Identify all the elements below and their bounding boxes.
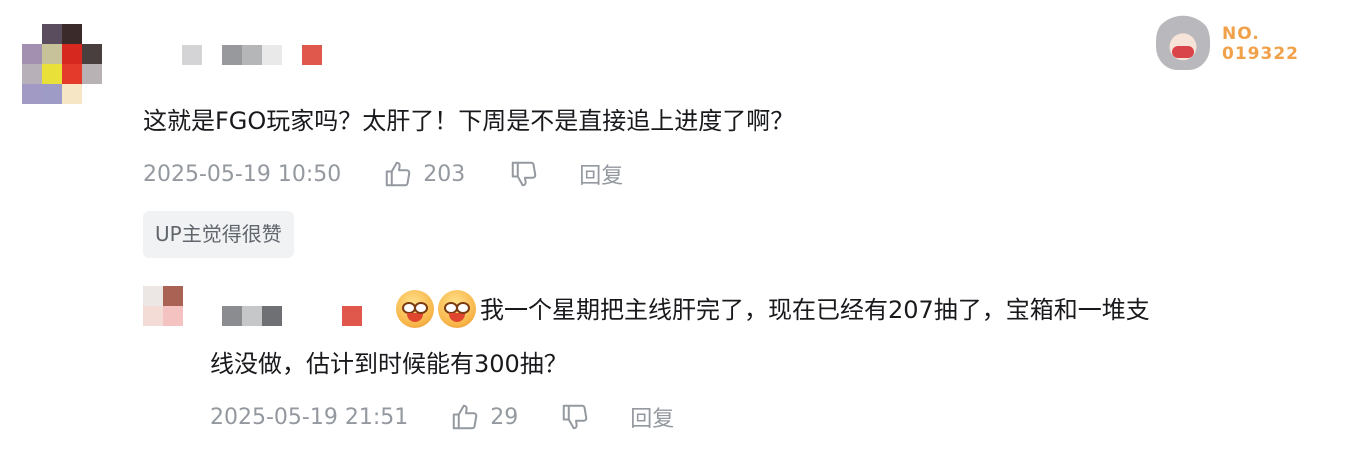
up-liked-badge: UP主觉得很赞 bbox=[143, 211, 294, 258]
thumbs-down-icon bbox=[509, 159, 539, 189]
fan-avatar-image bbox=[1156, 12, 1210, 70]
thumbs-up-icon bbox=[450, 402, 480, 432]
reply-like-button[interactable]: 29 bbox=[450, 402, 518, 432]
laughing-emoji-icon bbox=[396, 290, 434, 328]
reply-reply-button[interactable]: 回复 bbox=[630, 401, 674, 433]
thumbs-up-icon bbox=[383, 159, 413, 189]
avatar[interactable] bbox=[22, 24, 102, 104]
like-count: 203 bbox=[423, 161, 466, 187]
reply-button[interactable]: 回复 bbox=[579, 158, 623, 190]
fan-badge[interactable]: NO. 019322 bbox=[1150, 10, 1310, 74]
comment-text: 这就是FGO玩家吗？太肝了！下周是不是直接追上进度了啊？ bbox=[143, 107, 795, 135]
laughing-emoji-icon bbox=[438, 290, 476, 328]
dislike-button[interactable] bbox=[509, 159, 539, 189]
reply-emoji-group bbox=[396, 290, 476, 328]
like-button[interactable]: 203 bbox=[383, 159, 465, 189]
reply-like-count: 29 bbox=[490, 404, 519, 430]
username-masked[interactable] bbox=[182, 45, 322, 65]
comment-timestamp: 2025-05-19 10:50 bbox=[143, 161, 342, 187]
reply-avatar[interactable] bbox=[143, 286, 183, 326]
reply-username-masked[interactable] bbox=[222, 306, 362, 326]
reply-text-line1: 我一个星期把主线肝完了，现在已经有207抽了，宝箱和一堆支 bbox=[480, 296, 1150, 324]
comment-meta: 2025-05-19 10:50 203 回复 bbox=[143, 157, 623, 191]
reply-dislike-button[interactable] bbox=[560, 402, 590, 432]
thumbs-down-icon bbox=[560, 402, 590, 432]
reply-text-line2: 线没做，估计到时候能有300抽？ bbox=[210, 350, 568, 378]
reply-meta: 2025-05-19 21:51 29 回复 bbox=[210, 400, 674, 434]
fan-badge-number: NO. 019322 bbox=[1222, 24, 1299, 64]
reply-timestamp: 2025-05-19 21:51 bbox=[210, 404, 409, 430]
